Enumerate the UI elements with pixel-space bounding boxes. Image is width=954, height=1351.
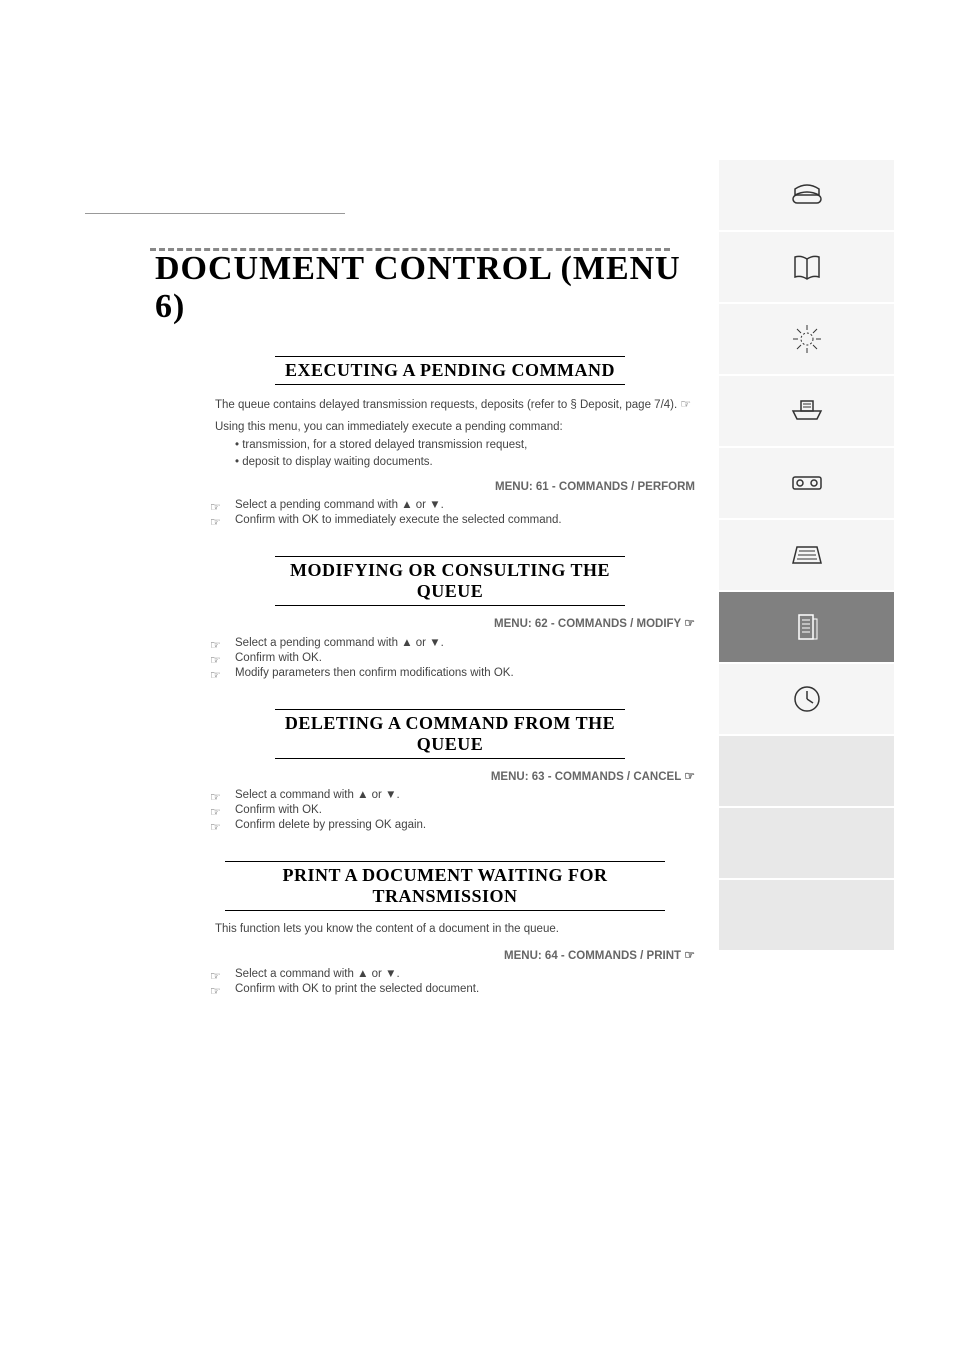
tape-icon <box>787 463 827 503</box>
s1-item2-text: deposit to display waiting documents. <box>242 456 433 468</box>
section-deleting-heading: DELETING A COMMAND FROM THE QUEUE <box>275 709 625 759</box>
main-content: DOCUMENT CONTROL (MENU 6) EXECUTING A PE… <box>85 160 685 998</box>
section-executing-heading: EXECUTING A PENDING COMMAND <box>275 356 625 385</box>
hand-icon: ☞ <box>684 769 695 783</box>
sun-icon <box>787 319 827 359</box>
section1-menu: MENU: 61 - COMMANDS / PERFORM <box>215 479 695 496</box>
printer-icon <box>787 391 827 431</box>
s4-step1-text: Select a command with ▲ or ▼. <box>235 968 400 980</box>
s2-menu-text: MENU: 62 - COMMANDS / MODIFY <box>494 618 681 630</box>
s4-menu-text: MENU: 64 - COMMANDS / PRINT <box>504 950 681 962</box>
hand-icon: ☞ <box>210 805 221 819</box>
sidebar-item-document[interactable] <box>719 592 894 662</box>
hand-icon: ☞ <box>210 500 221 514</box>
hand-icon: ☞ <box>210 515 221 529</box>
sidebar-item-tape[interactable] <box>719 448 894 518</box>
section2-step3: ☞Modify parameters then confirm modifica… <box>215 667 695 679</box>
s3-step2-text: Confirm with OK. <box>235 804 322 816</box>
section3-step1: ☞Select a command with ▲ or ▼. <box>215 789 695 801</box>
s1-step2-text: Confirm with OK to immediately execute t… <box>235 514 562 526</box>
hand-icon: ☞ <box>210 653 221 667</box>
sidebar-item-empty <box>719 808 894 878</box>
section4-menu: MENU: 64 - COMMANDS / PRINT ☞ <box>215 946 695 965</box>
sidebar-item-book[interactable] <box>719 232 894 302</box>
sidebar-item-clock[interactable] <box>719 664 894 734</box>
section4-intro: This function lets you know the content … <box>215 921 695 938</box>
document-icon <box>787 607 827 647</box>
section1-para1: Using this menu, you can immediately exe… <box>215 419 695 436</box>
section3-step2: ☞Confirm with OK. <box>215 804 695 816</box>
s3-menu-text: MENU: 63 - COMMANDS / CANCEL <box>491 771 681 783</box>
section-modifying-heading: MODIFYING OR CONSULTING THE QUEUE <box>275 556 625 606</box>
hand-icon: ☞ <box>684 948 695 962</box>
s3-step1-text: Select a command with ▲ or ▼. <box>235 789 400 801</box>
sidebar-item-printer[interactable] <box>719 376 894 446</box>
sidebar-item-scanner[interactable] <box>719 520 894 590</box>
sidebar-item-empty <box>719 736 894 806</box>
section1-intro-text: The queue contains delayed transmission … <box>215 399 677 411</box>
sidebar-nav <box>719 160 894 952</box>
sidebar-item-phone[interactable] <box>719 160 894 230</box>
s2-step3-text: Modify parameters then confirm modificat… <box>235 667 514 679</box>
section-print-heading: PRINT A DOCUMENT WAITING FOR TRANSMISSIO… <box>225 861 665 911</box>
section4-step2: ☞Confirm with OK to print the selected d… <box>215 983 695 995</box>
section3-menu: MENU: 63 - COMMANDS / CANCEL ☞ <box>215 767 695 786</box>
hand-icon: ☞ <box>684 616 695 630</box>
section1-intro: The queue contains delayed transmission … <box>215 395 695 414</box>
hand-icon: ☞ <box>210 820 221 834</box>
section1-step1: ☞Select a pending command with ▲ or ▼. <box>215 499 695 511</box>
section2-step1: ☞Select a pending command with ▲ or ▼. <box>215 637 695 649</box>
section2-menu: MENU: 62 - COMMANDS / MODIFY ☞ <box>215 614 695 633</box>
scanner-icon <box>787 535 827 575</box>
phone-icon <box>787 175 827 215</box>
s1-item1-text: transmission, for a stored delayed trans… <box>242 439 527 451</box>
clock-icon <box>787 679 827 719</box>
s3-step3-text: Confirm delete by pressing OK again. <box>235 819 426 831</box>
section4-step1: ☞Select a command with ▲ or ▼. <box>215 968 695 980</box>
hand-icon: ☞ <box>210 790 221 804</box>
s1-step1-text: Select a pending command with ▲ or ▼. <box>235 499 444 511</box>
hand-icon: ☞ <box>210 969 221 983</box>
book-icon <box>787 247 827 287</box>
s2-step1-text: Select a pending command with ▲ or ▼. <box>235 637 444 649</box>
section1-item2: • deposit to display waiting documents. <box>235 454 715 471</box>
section1-item1: • transmission, for a stored delayed tra… <box>235 437 715 454</box>
hand-icon: ☞ <box>680 397 691 411</box>
section2-step2: ☞Confirm with OK. <box>215 652 695 664</box>
hand-icon: ☞ <box>210 668 221 682</box>
section1-step2: ☞Confirm with OK to immediately execute … <box>215 514 695 526</box>
s4-step2-text: Confirm with OK to print the selected do… <box>235 983 479 995</box>
hand-icon: ☞ <box>210 984 221 998</box>
page-title: DOCUMENT CONTROL (MENU 6) <box>155 250 685 326</box>
s2-step2-text: Confirm with OK. <box>235 652 322 664</box>
hand-icon: ☞ <box>210 638 221 652</box>
sidebar-item-empty <box>719 880 894 950</box>
sidebar-item-sun[interactable] <box>719 304 894 374</box>
section3-step3: ☞Confirm delete by pressing OK again. <box>215 819 695 831</box>
